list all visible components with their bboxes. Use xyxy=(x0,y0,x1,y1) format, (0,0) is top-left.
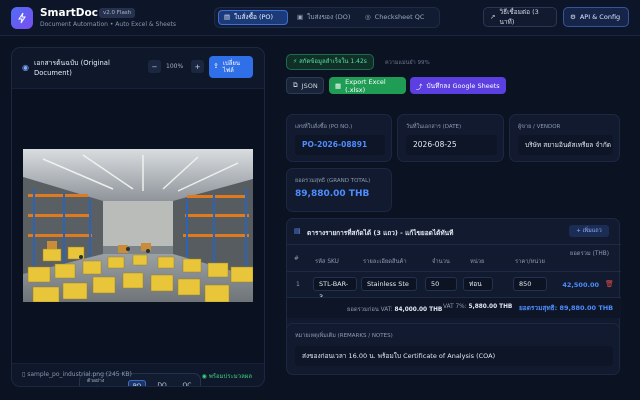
json-button-label: JSON xyxy=(301,81,318,90)
status-ready-text: พร้อมประมวลผล xyxy=(208,373,252,380)
document-preview: ตัวอย่าง ทดสอบ: PO DO QC xyxy=(12,88,264,386)
tab-do-label: ใบส่งของ (DO) xyxy=(307,13,351,21)
api-config-button[interactable]: ⚙ API & Config xyxy=(563,7,629,27)
box-icon: ▣ xyxy=(297,13,304,21)
net-total-value: 89,880.00 THB xyxy=(559,304,614,312)
file-name-text: sample_po_industrial.png (245 KB) xyxy=(27,371,132,378)
extraction-results: ⚡ สกัดข้อมูลสำเร็จใน 1.42s ความแม่นยำ 99… xyxy=(277,47,629,387)
save-sheets-label: บันทึกลง Google Sheets xyxy=(426,81,500,90)
zoom-in-button[interactable]: + xyxy=(191,60,204,73)
sample-option-po[interactable]: PO xyxy=(128,380,146,386)
vendor-label: ผู้ขาย / VENDOR xyxy=(518,124,561,130)
items-table-title: ตารางรายการที่สกัดได้ (3 แถว) - แก้ไขยอด… xyxy=(307,229,454,237)
row-number: 1 xyxy=(296,281,300,288)
bolt-icon xyxy=(18,12,26,24)
table-divider xyxy=(287,244,621,245)
tab-po[interactable]: ▤ ใบสั่งซื้อ (PO) xyxy=(218,10,288,25)
column-header-quantity: จำนวน xyxy=(432,259,450,265)
po-number-field[interactable]: PO-2026-08891 xyxy=(295,135,385,155)
app-logo xyxy=(11,7,33,29)
date-field[interactable]: 2026-08-25 xyxy=(406,135,497,155)
check-circle-icon: ◉ xyxy=(201,373,207,380)
totals-row: ยอดรวมก่อน VAT: 84,000.00 THB VAT 7%: 5,… xyxy=(287,298,621,318)
eye-icon: ◉ xyxy=(22,63,29,72)
trash-icon[interactable]: 🗑 xyxy=(605,280,614,288)
column-header-description: รายละเอียดสินค้า xyxy=(363,259,407,265)
change-file-button[interactable]: ⇪ เปลี่ยน ไฟล์ xyxy=(209,56,253,78)
speed-badge: ⚡ สกัดข้อมูลสำเร็จใน 1.42s xyxy=(286,54,374,70)
table-icon: ▤ xyxy=(294,227,301,235)
po-number-label: เลขที่ใบสั่งซื้อ (PO NO.) xyxy=(295,124,353,130)
add-row-button[interactable]: + เพิ่มแถว xyxy=(569,225,609,237)
column-header-total: ยอดรวม (THB) xyxy=(569,251,609,257)
document-type-tabs: ▤ ใบสั่งซื้อ (PO) ▣ ใบส่งของ (DO) ◎ Chec… xyxy=(214,7,440,28)
document-title: เอกสารต้นฉบับ (Original Document) xyxy=(34,59,110,77)
grand-total-card: ยอดรวมสุทธิ (GRAND TOTAL) 89,880.00 THB xyxy=(286,168,392,212)
vendor-field[interactable]: บริษัท สยามอินดัสเทรียล จำกัด xyxy=(518,135,613,155)
date-card: วันที่ในเอกสาร (DATE) 2026-08-25 xyxy=(397,114,504,162)
external-link-icon: ↗ xyxy=(490,13,496,21)
vat-label: VAT 7%: xyxy=(443,304,467,310)
app-subtitle: Document Automation • Auto Excel & Sheet… xyxy=(40,21,176,28)
remarks-label: หมายเหตุเพิ่มเติม (REMARKS / NOTES) xyxy=(295,333,393,339)
code-icon: ⧉ xyxy=(293,81,298,89)
help-button-label: วิธีเชื่อมต่อ (3 นาที) xyxy=(499,8,539,26)
json-button[interactable]: ⧉ JSON xyxy=(286,77,324,94)
subtotal-label: ยอดรวมก่อน VAT: xyxy=(347,307,393,313)
sample-selector-label: ตัวอย่าง ทดสอบ: xyxy=(87,378,105,386)
accuracy-text: ความแม่นยำ 99% xyxy=(385,60,430,66)
check-circle-icon: ◎ xyxy=(365,13,371,21)
status-ready: ◉ พร้อมประมวลผล xyxy=(202,371,252,381)
row-total: 42,500.00 xyxy=(562,281,599,289)
export-excel-button[interactable]: ▦ Export Excel (.xlsx) xyxy=(329,77,406,94)
sample-option-qc[interactable]: QC xyxy=(178,380,196,386)
table-divider xyxy=(287,271,621,272)
file-info: ▯ sample_po_industrial.png (245 KB) xyxy=(22,371,132,378)
app-header: SmartDoc AI v2.0 Flash Document Automati… xyxy=(0,0,640,36)
tab-qc-label: Checksheet QC xyxy=(374,13,425,21)
vat-value: 5,880.00 THB xyxy=(468,304,513,310)
tab-po-label: ใบสั่งซื้อ (PO) xyxy=(234,13,274,21)
subtotal-value: 84,000.00 THB xyxy=(394,307,443,313)
vendor-card: ผู้ขาย / VENDOR บริษัท สยามอินดัสเทรียล … xyxy=(509,114,620,162)
po-number-card: เลขที่ใบสั่งซื้อ (PO NO.) PO-2026-08891 xyxy=(286,114,392,162)
net-total-label: ยอดรวมสุทธิ: xyxy=(519,304,558,312)
column-header-no: # xyxy=(294,256,299,262)
api-config-label: API & Config xyxy=(579,13,621,21)
original-document-panel: ◉ เอกสารต้นฉบับ (Original Document) − 10… xyxy=(11,47,265,387)
change-file-label: เปลี่ยน ไฟล์ xyxy=(222,59,241,75)
file-icon: ▯ xyxy=(22,371,26,378)
upload-icon: ⇪ xyxy=(213,62,219,71)
tab-do[interactable]: ▣ ใบส่งของ (DO) xyxy=(292,10,358,25)
grand-total-label: ยอดรวมสุทธิ (GRAND TOTAL) xyxy=(295,178,371,184)
sample-option-do[interactable]: DO xyxy=(153,380,171,386)
column-header-unit: หน่วย xyxy=(470,259,485,265)
description-input[interactable]: Stainless Ste xyxy=(361,277,417,291)
column-header-unit-price: ราคา/หน่วย xyxy=(515,259,545,265)
tab-qc[interactable]: ◎ Checksheet QC xyxy=(360,10,438,25)
grand-total-value: 89,880.00 THB xyxy=(295,189,370,199)
remarks-card: หมายเหตุเพิ่มเติม (REMARKS / NOTES) ส่งข… xyxy=(286,323,620,375)
spreadsheet-icon: ▦ xyxy=(335,81,342,90)
column-header-sku: รหัส SKU xyxy=(315,259,339,265)
file-icon: ▤ xyxy=(224,13,231,21)
save-sheets-button[interactable]: ⤴ บันทึกลง Google Sheets xyxy=(410,77,506,94)
warehouse-photo xyxy=(23,149,253,302)
zoom-out-button[interactable]: − xyxy=(148,60,161,73)
remarks-field[interactable]: ส่งของก่อนเวลา 16.00 น. พร้อมใบ Certific… xyxy=(295,346,613,366)
version-badge: v2.0 Flash xyxy=(99,8,136,18)
help-button[interactable]: ↗ วิธีเชื่อมต่อ (3 นาที) xyxy=(483,7,557,27)
zoom-level: 100% xyxy=(166,63,184,70)
unit-price-input[interactable]: 850 xyxy=(513,277,547,291)
date-label: วันที่ในเอกสาร (DATE) xyxy=(406,124,462,130)
quantity-input[interactable]: 50 xyxy=(425,277,457,291)
unit-input[interactable]: ท่อน xyxy=(463,277,493,291)
export-excel-label: Export Excel (.xlsx) xyxy=(345,77,386,94)
gear-icon: ⚙ xyxy=(570,13,576,21)
sku-input[interactable]: STL-BAR-3 xyxy=(313,277,357,301)
share-icon: ⤴ xyxy=(416,82,423,91)
